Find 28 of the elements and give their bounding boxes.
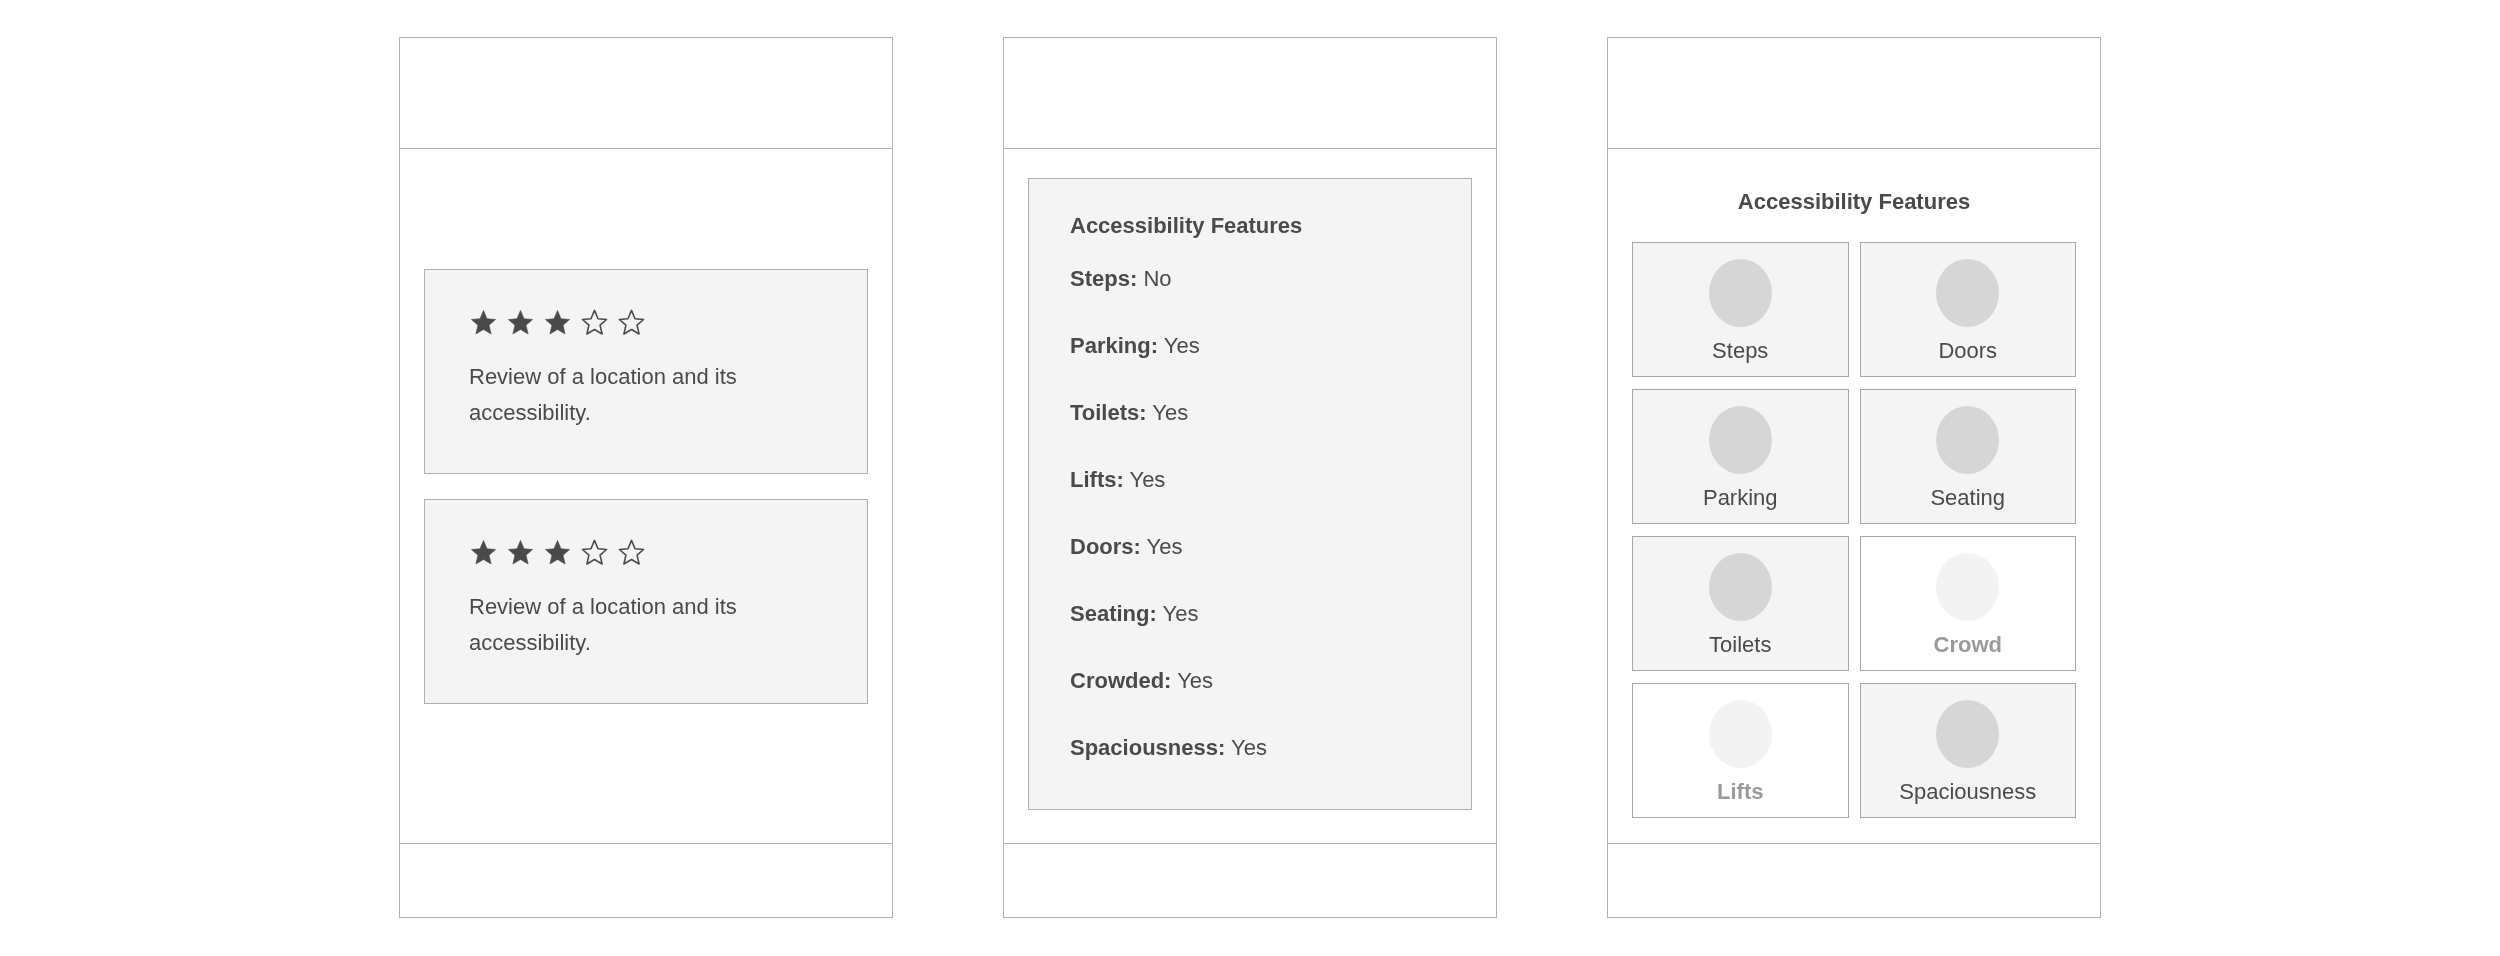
filled-star-icon — [506, 307, 535, 337]
review-text: Review of a location and its accessibility. — [469, 592, 738, 657]
empty-star-icon — [617, 537, 646, 567]
feature-item: Toilets: Yes — [1070, 399, 1189, 426]
empty-star-icon — [580, 307, 609, 337]
feature-item: Crowded: Yes — [1070, 667, 1214, 694]
review-text: Review of a location and its accessibility. — [469, 362, 738, 427]
empty-star-icon — [580, 537, 609, 567]
feature-tile[interactable]: Parking — [1632, 389, 1849, 524]
feature-item: Lifts: Yes — [1070, 466, 1166, 493]
section-title: Accessibility Features — [1737, 189, 1971, 215]
filled-star-icon — [469, 307, 498, 337]
feature-item: Seating: Yes — [1070, 600, 1199, 627]
panel-title: Accessibility Features — [1070, 213, 1303, 239]
feature-item: Steps: No — [1070, 265, 1172, 292]
filled-star-icon — [543, 307, 572, 337]
feature-item: Spaciousness: Yes — [1070, 734, 1267, 761]
feature-tile[interactable]: Seating — [1859, 389, 2076, 524]
empty-star-icon — [617, 307, 646, 337]
feature-item: Parking: Yes — [1070, 332, 1200, 359]
feature-tile[interactable]: Toilets — [1632, 536, 1849, 671]
feature-tile[interactable]: Spaciousness — [1859, 683, 2076, 818]
filled-star-icon — [543, 537, 572, 567]
filled-star-icon — [469, 537, 498, 567]
feature-tile[interactable]: Steps — [1632, 242, 1849, 377]
feature-item: Doors: Yes — [1070, 533, 1183, 560]
feature-tile[interactable]: Doors — [1859, 242, 2076, 377]
filled-star-icon — [506, 537, 535, 567]
